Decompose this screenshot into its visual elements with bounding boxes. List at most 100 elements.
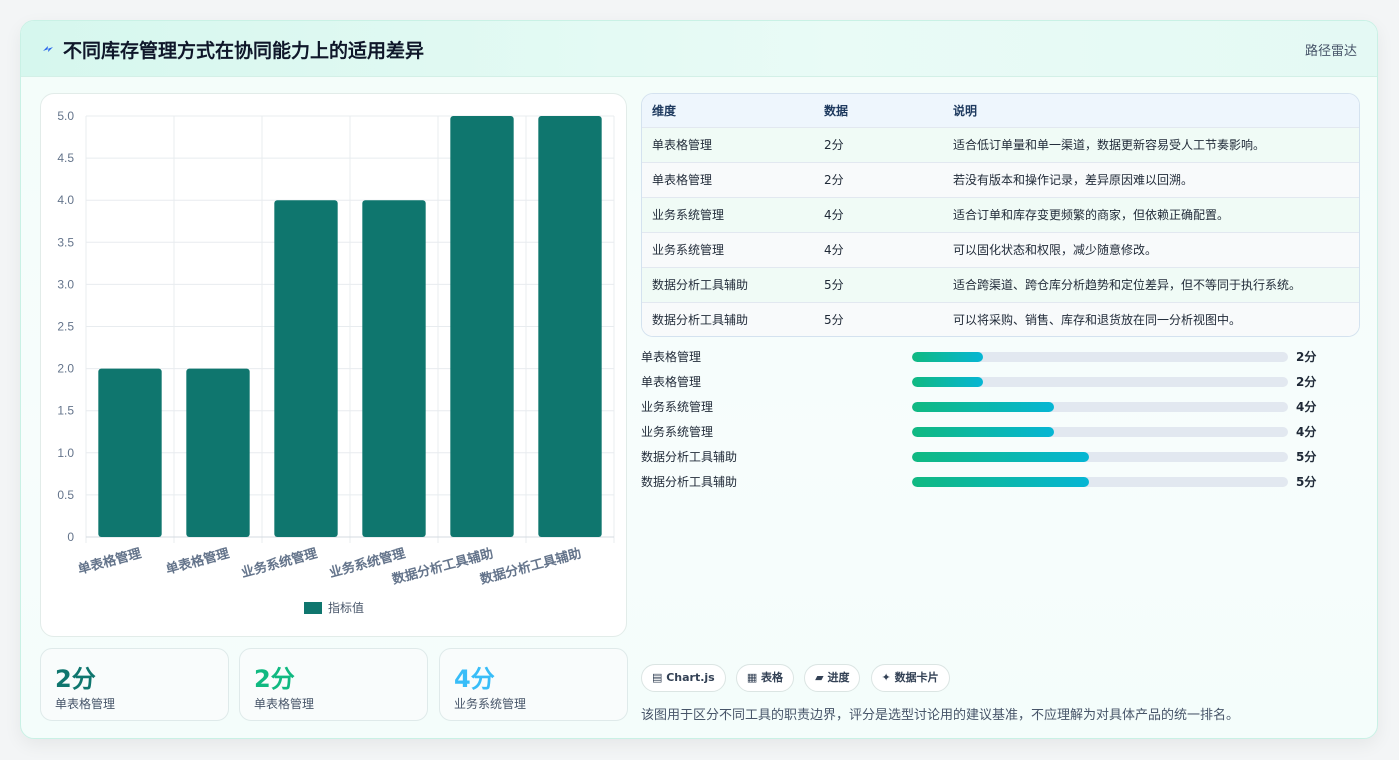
- progress-value: 2分: [1296, 375, 1317, 389]
- table-row: 业务系统管理 4分 适合订单和库存变更频繁的商家，但依赖正确配置。: [642, 197, 1359, 232]
- table-header-cell: 说明: [953, 103, 978, 118]
- kpi-value: 4分: [454, 665, 495, 693]
- chip-progress[interactable]: ▰ 进度: [804, 664, 861, 692]
- progress-value: 5分: [1296, 450, 1317, 464]
- kpi-value: 2分: [254, 665, 295, 693]
- chip-row: ▤ Chart.js ▦ 表格 ▰ 进度 ✦ 数据卡片: [641, 664, 955, 692]
- y-tick-label: 1.0: [57, 446, 74, 460]
- progress-track: [912, 477, 1288, 487]
- table-cell: 单表格管理: [652, 173, 713, 187]
- x-tick-label: 业务系统管理: [240, 545, 319, 580]
- y-tick-label: 0: [67, 530, 74, 544]
- y-tick-label: 5.0: [57, 109, 74, 123]
- x-tick-label: 数据分析工具辅助: [390, 545, 494, 586]
- table-header-cell: 维度: [652, 103, 677, 118]
- progress-fill: [912, 402, 1054, 412]
- progress-row: 业务系统管理 4分: [641, 397, 1360, 422]
- progress-label: 单表格管理: [641, 350, 702, 364]
- progress-label: 业务系统管理: [641, 400, 714, 414]
- legend-label: 指标值: [328, 600, 364, 615]
- progress-label: 业务系统管理: [641, 425, 714, 439]
- lightning-icon: [43, 46, 53, 52]
- x-tick-label: 单表格管理: [164, 545, 231, 576]
- kpi-card: 4分 业务系统管理: [439, 648, 628, 721]
- bar: [538, 116, 602, 537]
- y-tick-label: 3.0: [57, 277, 74, 291]
- table-cell: 可以固化状态和权限，减少随意修改。: [953, 243, 1158, 257]
- progress-list: 单表格管理 2分 单表格管理 2分 业务系统管理 4分 业务系统管理 4分 数据…: [641, 347, 1360, 497]
- table-cell: 5分: [824, 278, 844, 292]
- progress-track: [912, 352, 1288, 362]
- kpi-label: 业务系统管理: [454, 697, 527, 711]
- legend-swatch: [304, 602, 322, 614]
- table-cell: 4分: [824, 243, 844, 257]
- table-row: 数据分析工具辅助 5分 适合跨渠道、跨仓库分析趋势和定位差异，但不等同于执行系统…: [642, 267, 1359, 302]
- progress-fill: [912, 477, 1090, 487]
- table-header-row: 维度 数据 说明: [642, 94, 1359, 127]
- footnote: 该图用于区分不同工具的职责边界，评分是选型讨论用的建议基准，不应理解为对具体产品…: [641, 708, 1240, 723]
- progress-value: 5分: [1296, 475, 1317, 489]
- kpi-card: 2分 单表格管理: [40, 648, 229, 721]
- header-tag: 路径雷达: [1304, 44, 1357, 59]
- bar-chart-panel: 0 0.5 1.0 1.5 2.0 2.5 3.0 3.5 4.0 4.5 5.0 单表格管理 单表格管…: [40, 93, 627, 637]
- progress-track: [912, 402, 1288, 412]
- bar: [98, 368, 162, 537]
- header: 不同库存管理方式在协同能力上的适用差异 路径雷达: [21, 21, 1377, 77]
- table-cell: 适合低订单量和单一渠道，数据更新容易受人工节奏影响。: [953, 138, 1266, 152]
- bar: [362, 200, 426, 537]
- page-title: 不同库存管理方式在协同能力上的适用差异: [63, 40, 425, 62]
- bar: [274, 200, 338, 537]
- y-tick-label: 4.5: [57, 151, 74, 165]
- chip-chartjs[interactable]: ▤ Chart.js: [641, 664, 726, 692]
- table-cell: 2分: [824, 138, 844, 152]
- progress-row: 单表格管理 2分: [641, 347, 1360, 372]
- progress-value: 4分: [1296, 400, 1317, 414]
- table-cell: 业务系统管理: [652, 243, 725, 257]
- table-cell: 单表格管理: [652, 138, 713, 152]
- kpi-label: 单表格管理: [55, 697, 116, 711]
- chip-data-cards[interactable]: ✦ 数据卡片: [870, 664, 950, 692]
- progress-value: 2分: [1296, 350, 1317, 364]
- progress-track: [912, 377, 1288, 387]
- kpi-label: 单表格管理: [254, 697, 315, 711]
- table-cell: 适合跨渠道、跨仓库分析趋势和定位差异，但不等同于执行系统。: [953, 278, 1302, 292]
- x-tick-label: 单表格管理: [76, 545, 143, 576]
- kpi-value: 2分: [55, 665, 96, 693]
- dashboard-card: 不同库存管理方式在协同能力上的适用差异 路径雷达 0 0.5 1.0 1.5 2.0 2.…: [20, 20, 1378, 739]
- progress-track: [912, 427, 1288, 437]
- x-tick-label: 数据分析工具辅助: [478, 545, 582, 586]
- y-tick-label: 4.0: [57, 193, 74, 207]
- y-tick-label: 1.5: [57, 404, 74, 418]
- table-cell: 业务系统管理: [652, 208, 725, 222]
- kpi-card: 2分 单表格管理: [239, 648, 428, 721]
- table-row: 业务系统管理 4分 可以固化状态和权限，减少随意修改。: [642, 232, 1359, 267]
- table-cell: 4分: [824, 208, 844, 222]
- progress-fill: [912, 427, 1054, 437]
- table-cell: 适合订单和库存变更频繁的商家，但依赖正确配置。: [953, 208, 1230, 222]
- table-cell: 2分: [824, 173, 844, 187]
- table-row: 单表格管理 2分 适合低订单量和单一渠道，数据更新容易受人工节奏影响。: [642, 127, 1359, 162]
- bar-chart: 0 0.5 1.0 1.5 2.0 2.5 3.0 3.5 4.0 4.5 5.0 单表格管理 单表格管…: [57, 109, 615, 615]
- table-row: 数据分析工具辅助 5分 可以将采购、销售、库存和退货放在同一分析视图中。: [642, 302, 1359, 336]
- progress-row: 单表格管理 2分: [641, 372, 1360, 397]
- progress-row: 数据分析工具辅助 5分: [641, 472, 1360, 497]
- progress-fill: [912, 352, 983, 362]
- table-cell: 可以将采购、销售、库存和退货放在同一分析视图中。: [953, 313, 1242, 328]
- progress-value: 4分: [1296, 425, 1317, 439]
- y-tick-label: 2.5: [57, 320, 74, 334]
- chip-table[interactable]: ▦ 表格: [735, 664, 795, 692]
- table-cell: 若没有版本和操作记录，差异原因难以回溯。: [953, 173, 1194, 187]
- table-header-cell: 数据: [824, 103, 849, 118]
- y-tick-label: 2.0: [57, 362, 74, 376]
- progress-label: 单表格管理: [641, 375, 702, 389]
- y-tick-label: 0.5: [57, 488, 74, 502]
- table-cell: 数据分析工具辅助: [652, 278, 749, 292]
- progress-label: 数据分析工具辅助: [641, 475, 738, 489]
- table-cell: 数据分析工具辅助: [652, 313, 749, 328]
- bar: [186, 368, 250, 537]
- progress-row: 数据分析工具辅助 5分: [641, 447, 1360, 472]
- table-row: 单表格管理 2分 若没有版本和操作记录，差异原因难以回溯。: [642, 162, 1359, 197]
- progress-fill: [912, 377, 983, 387]
- data-table: 维度 数据 说明 单表格管理 2分 适合低订单量和单一渠道，数据更新容易受人工节…: [641, 93, 1360, 337]
- progress-fill: [912, 452, 1090, 462]
